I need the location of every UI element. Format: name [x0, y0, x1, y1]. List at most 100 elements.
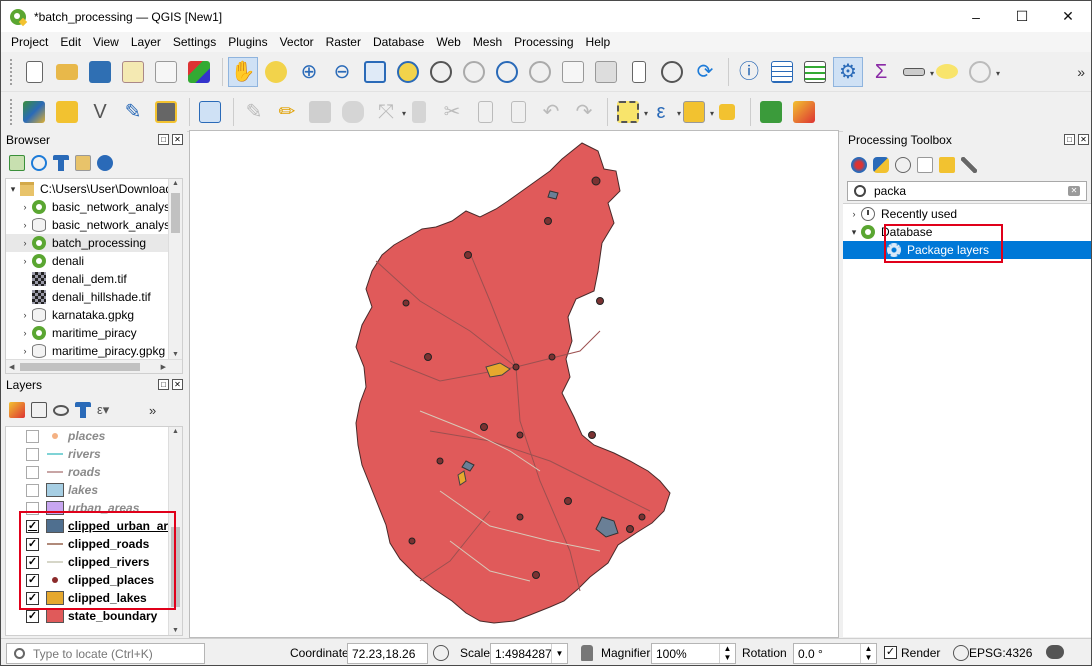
collapse-arrow-icon[interactable]: ▾	[847, 227, 861, 238]
rotation-spinbox[interactable]: 0.0 ° ▲ ▼	[793, 643, 877, 664]
close-panel-icon[interactable]: ✕	[1078, 134, 1089, 145]
new-map-view-button[interactable]	[558, 57, 588, 87]
browser-item-downloads[interactable]: ▾ C:\Users\User\Downloads	[6, 180, 182, 198]
menu-mesh[interactable]: Mesh	[467, 35, 508, 49]
new-project-button[interactable]	[19, 57, 49, 87]
collapse-all-icon[interactable]	[75, 155, 91, 171]
layer-visibility-checkbox[interactable]	[26, 465, 39, 479]
scale-combo[interactable]: 1:4984287 ▼	[490, 643, 568, 664]
attribute-form-button[interactable]	[195, 97, 225, 127]
clear-search-icon[interactable]: ✕	[1068, 186, 1080, 196]
map-canvas[interactable]	[189, 130, 839, 638]
python-icon[interactable]	[873, 157, 889, 173]
qgis-search-button[interactable]	[756, 97, 786, 127]
scroll-up-icon[interactable]: ▲	[172, 428, 179, 435]
scroll-down-icon[interactable]: ▼	[172, 627, 179, 634]
browser-item-maritime-piracy-gpkg[interactable]: › maritime_piracy.gpkg	[6, 342, 182, 360]
select-by-value-button[interactable]: ε ▾	[646, 97, 681, 127]
menu-database[interactable]: Database	[367, 35, 430, 49]
deselect-button[interactable]: ▾	[679, 97, 714, 127]
spin-arrows-icon[interactable]: ▲ ▼	[860, 644, 876, 663]
menu-raster[interactable]: Raster	[320, 35, 367, 49]
history-icon[interactable]	[895, 157, 911, 173]
map-drawing[interactable]	[190, 131, 838, 637]
toolbar-grip[interactable]	[9, 97, 13, 126]
expand-arrow-icon[interactable]: ›	[18, 202, 32, 212]
expand-arrow-icon[interactable]: ›	[18, 256, 32, 266]
new-shapefile-layer-button[interactable]: V	[85, 97, 115, 127]
minimize-button[interactable]: –	[953, 1, 999, 32]
messages-icon[interactable]	[1046, 645, 1064, 659]
menu-vector[interactable]: Vector	[274, 35, 320, 49]
toolbox-search-field[interactable]: ✕	[847, 181, 1087, 201]
browser-item-maritime-piracy[interactable]: › maritime_piracy	[6, 324, 182, 342]
layer-rivers[interactable]: rivers	[6, 445, 170, 463]
cut-features-button[interactable]: ✂	[437, 97, 467, 127]
scroll-down-icon[interactable]: ▼	[172, 351, 179, 358]
scroll-right-icon[interactable]: ▶	[161, 363, 166, 371]
close-panel-icon[interactable]: ✕	[172, 379, 183, 390]
expand-arrow-icon[interactable]: ›	[18, 220, 32, 230]
open-project-button[interactable]	[52, 57, 82, 87]
options-wrench-icon[interactable]	[961, 157, 977, 173]
edit-pencil-disabled-button[interactable]: ✎	[239, 97, 269, 127]
crs-globe-icon[interactable]	[953, 645, 969, 661]
identify-features-button[interactable]: ⓘ	[734, 57, 764, 87]
zoom-out-button[interactable]: ⊖	[327, 57, 357, 87]
magnifier-spinbox[interactable]: 100% ▲ ▼	[651, 643, 736, 664]
browser-item-batch-processing[interactable]: › batch_processing	[6, 234, 182, 252]
menu-project[interactable]: Project	[5, 35, 54, 49]
add-group-icon[interactable]	[31, 402, 47, 418]
field-calculator-button[interactable]: Σ	[866, 57, 896, 87]
in-place-edit-icon[interactable]	[939, 157, 955, 173]
paste-features-button[interactable]	[503, 97, 533, 127]
menu-plugins[interactable]: Plugins	[222, 35, 273, 49]
menu-layer[interactable]: Layer	[125, 35, 167, 49]
add-feature-button[interactable]	[338, 97, 368, 127]
info-icon[interactable]	[97, 155, 113, 171]
pan-map-button[interactable]: ✋	[228, 56, 258, 87]
pan-to-selection-button[interactable]	[261, 57, 291, 87]
scroll-up-icon[interactable]: ▲	[172, 180, 179, 187]
menu-view[interactable]: View	[87, 35, 125, 49]
expand-arrow-icon[interactable]: ›	[18, 238, 32, 248]
filter-icon[interactable]	[75, 402, 91, 418]
locator-field[interactable]: Type to locate (Ctrl+K)	[6, 643, 205, 664]
toggle-editing-button[interactable]: ✏	[272, 97, 302, 127]
layer-visibility-checkbox[interactable]	[26, 483, 39, 497]
toolbar-overflow-icon[interactable]: »	[1077, 64, 1085, 80]
eye-icon[interactable]	[53, 404, 69, 416]
results-viewer-icon[interactable]	[917, 157, 933, 173]
models-icon[interactable]	[851, 157, 867, 173]
float-panel-icon[interactable]: □	[1064, 134, 1075, 145]
close-button[interactable]: ✕	[1045, 1, 1091, 32]
layer-visibility-checkbox[interactable]: ✓	[26, 609, 39, 623]
scroll-left-icon[interactable]: ◀	[9, 363, 14, 371]
select-features-button[interactable]: ▾	[613, 97, 648, 127]
zoom-native-button[interactable]	[459, 57, 489, 87]
browser-item-basic-network-project[interactable]: › basic_network_analysis	[6, 198, 182, 216]
float-panel-icon[interactable]: □	[158, 134, 169, 145]
render-checkbox[interactable]: ✓	[884, 646, 897, 659]
refresh-icon[interactable]	[31, 155, 47, 171]
temporal-controller-button[interactable]	[657, 57, 687, 87]
delete-selected-button[interactable]	[404, 97, 434, 127]
menu-settings[interactable]: Settings	[167, 35, 222, 49]
new-geopackage-layer-button[interactable]	[52, 97, 82, 127]
style-panel-icon[interactable]	[9, 402, 25, 418]
close-panel-icon[interactable]: ✕	[172, 134, 183, 145]
browser-item-denali-hillshade[interactable]: denali_hillshade.tif	[6, 288, 182, 306]
zoom-last-button[interactable]	[492, 57, 522, 87]
toolbox-item-recently-used[interactable]: › Recently used	[843, 205, 1091, 223]
layer-lakes[interactable]: lakes	[6, 481, 170, 499]
undo-button[interactable]: ↶	[536, 97, 566, 127]
expand-arrow-icon[interactable]: ›	[18, 346, 32, 356]
expand-arrow-icon[interactable]: ›	[18, 310, 32, 320]
select-location-button[interactable]	[712, 97, 742, 127]
crs-label[interactable]: EPSG:4326	[969, 646, 1032, 660]
filter-icon[interactable]	[53, 155, 69, 171]
layout-manager-button[interactable]	[151, 57, 181, 87]
coordinate-field[interactable]: 72.23,18.26	[347, 643, 428, 664]
digitize-button[interactable]: ✎	[118, 97, 148, 127]
zoom-to-layer-button[interactable]	[426, 57, 456, 87]
